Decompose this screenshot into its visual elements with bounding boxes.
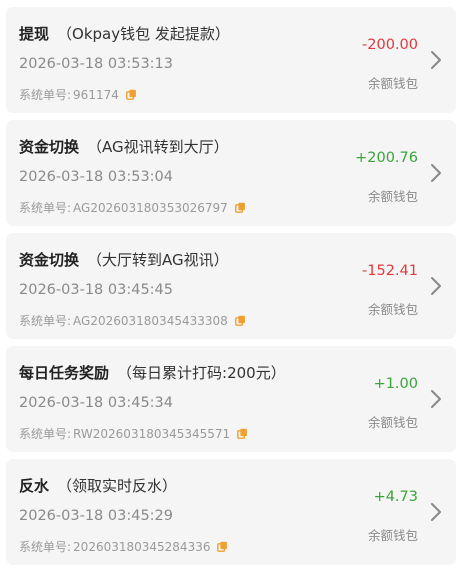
transaction-description: （领取实时反水） (57, 477, 178, 495)
chevron-right-icon[interactable] (430, 50, 442, 70)
transaction-amount: +1.00 (373, 376, 418, 392)
copy-icon[interactable] (237, 428, 248, 439)
transaction-serial: 系统单号: 961174 (19, 86, 137, 103)
serial-number: AG202603180353026797 (73, 200, 228, 215)
copy-icon[interactable] (217, 541, 228, 552)
copy-icon[interactable] (234, 202, 246, 213)
transaction-time: 2026-03-18 03:45:29 (19, 508, 173, 524)
transaction-amount: +4.73 (373, 489, 418, 505)
serial-label: 系统单号: (19, 88, 72, 102)
transaction-time: 2026-03-18 03:53:04 (19, 169, 173, 185)
serial-number: 961174 (73, 87, 119, 102)
transaction-list: 提现 （Okpay钱包 发起提款） 2026-03-18 03:53:13 系统单… (0, 0, 471, 581)
wallet-label: 余额钱包 (367, 189, 418, 204)
wallet-label: 余额钱包 (367, 528, 418, 543)
transaction-title-row: 提现 （Okpay钱包 发起提款） (19, 23, 230, 44)
transaction-card[interactable]: 反水 （领取实时反水） 2026-03-18 03:45:29 系统单号: 202… (6, 459, 456, 565)
transaction-title-row: 资金切换 （大厅转到AG视讯） (19, 249, 229, 270)
chevron-right-icon[interactable] (430, 163, 442, 183)
chevron-right-icon[interactable] (430, 502, 442, 522)
transaction-serial: 系统单号: AG202603180345433308 (19, 312, 246, 329)
transaction-card[interactable]: 提现 （Okpay钱包 发起提款） 2026-03-18 03:53:13 系统单… (6, 7, 456, 113)
transaction-type: 反水 (19, 477, 50, 495)
transaction-type: 资金切换 (19, 138, 80, 156)
serial-number: 202603180345284336 (73, 539, 211, 554)
transaction-type: 资金切换 (19, 251, 80, 269)
transaction-serial: 系统单号: AG202603180353026797 (19, 199, 246, 216)
transaction-card[interactable]: 资金切换 （AG视讯转到大厅） 2026-03-18 03:53:04 系统单号:… (6, 120, 456, 226)
wallet-label: 余额钱包 (367, 302, 418, 317)
transaction-time: 2026-03-18 03:53:13 (19, 56, 173, 72)
serial-label: 系统单号: (19, 201, 72, 215)
wallet-label: 余额钱包 (367, 415, 418, 430)
transaction-card[interactable]: 资金切换 （大厅转到AG视讯） 2026-03-18 03:45:45 系统单号:… (6, 233, 456, 339)
transaction-description: （Okpay钱包 发起提款） (57, 25, 230, 43)
chevron-right-icon[interactable] (430, 276, 442, 296)
transaction-description: （大厅转到AG视讯） (87, 251, 229, 269)
serial-number: AG202603180345433308 (73, 313, 228, 328)
transaction-card[interactable]: 每日任务奖励 （每日累计打码:200元） 2026-03-18 03:45:34 … (6, 346, 456, 452)
wallet-label: 余额钱包 (367, 76, 418, 91)
chevron-right-icon[interactable] (430, 389, 442, 409)
transaction-amount: -152.41 (362, 263, 418, 279)
transaction-time: 2026-03-18 03:45:45 (19, 282, 173, 298)
transaction-title-row: 每日任务奖励 （每日累计打码:200元） (19, 362, 286, 383)
transaction-time: 2026-03-18 03:45:34 (19, 395, 173, 411)
serial-label: 系统单号: (19, 540, 72, 554)
serial-label: 系统单号: (19, 314, 72, 328)
copy-icon[interactable] (234, 315, 246, 326)
serial-number: RW202603180345345571 (73, 426, 231, 441)
copy-icon[interactable] (125, 89, 137, 100)
transaction-type: 提现 (19, 25, 50, 43)
transaction-serial: 系统单号: 202603180345284336 (19, 538, 228, 555)
serial-label: 系统单号: (19, 427, 72, 441)
transaction-amount: -200.00 (362, 37, 418, 53)
transaction-title-row: 反水 （领取实时反水） (19, 475, 177, 496)
transaction-description: （每日累计打码:200元） (117, 364, 286, 382)
transaction-amount: +200.76 (355, 150, 418, 166)
transaction-title-row: 资金切换 （AG视讯转到大厅） (19, 136, 229, 157)
transaction-type: 每日任务奖励 (19, 364, 110, 382)
transaction-description: （AG视讯转到大厅） (87, 138, 229, 156)
transaction-serial: 系统单号: RW202603180345345571 (19, 425, 248, 442)
